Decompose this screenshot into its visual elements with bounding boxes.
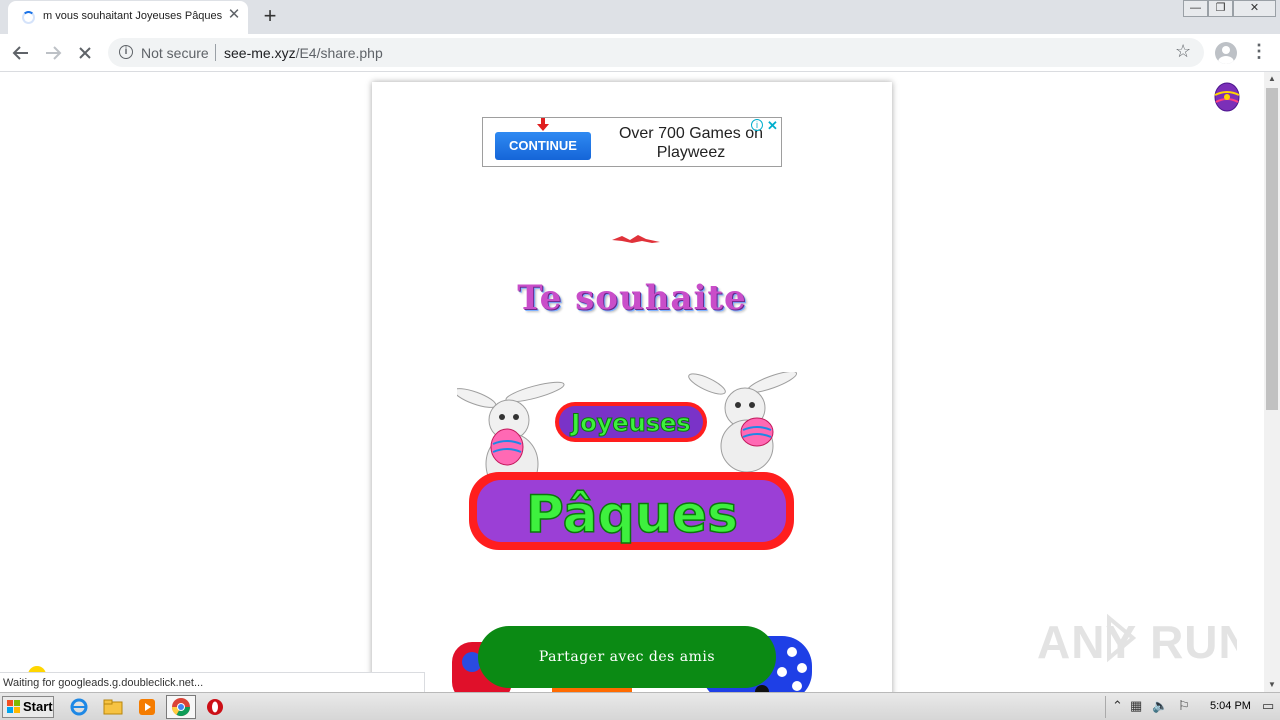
url-path: /E4/share.php — [295, 45, 383, 61]
tab-strip: m vous souhaitant Joyeuses Pâques ✕ + — … — [0, 0, 1280, 34]
tab-close-icon[interactable]: ✕ — [226, 7, 242, 23]
scroll-down-arrow-icon[interactable]: ▼ — [1264, 678, 1280, 692]
windows-taskbar: Start ⌃ ▦ 🔈 ⚐ 5:04 PM ▭ — [0, 692, 1280, 720]
media-player-icon[interactable] — [136, 697, 158, 717]
greeting-word-paques: Pâques — [526, 485, 738, 545]
kebab-menu-icon[interactable]: ⋮ — [1250, 41, 1268, 61]
stop-loading-icon[interactable] — [72, 40, 98, 66]
system-tray: ⌃ ▦ 🔈 ⚐ 5:04 PM ▭ — [1105, 696, 1280, 718]
volume-icon[interactable]: 🔈 — [1152, 698, 1168, 714]
minimize-button[interactable]: — — [1183, 0, 1208, 17]
new-tab-button[interactable]: + — [259, 4, 281, 28]
ad-text[interactable]: Over 700 Games on Playweez — [611, 124, 771, 162]
info-icon[interactable]: i — [119, 45, 133, 59]
ad-continue-button[interactable]: CONTINUE — [495, 132, 591, 160]
svg-text:ANY RUN: ANY RUN — [1037, 616, 1237, 668]
share-with-friends-button[interactable]: Partager avec des amis — [478, 626, 776, 688]
start-label: Start — [23, 699, 53, 714]
greeting-word-joyeuses: Joyeuses — [569, 409, 690, 437]
network-icon[interactable]: ▦ — [1130, 698, 1142, 714]
address-bar[interactable]: i Not secure see-me.xyz/E4/share.php ☆ — [108, 38, 1204, 67]
windows-logo-icon — [7, 700, 20, 713]
start-button[interactable]: Start — [2, 696, 54, 718]
browser-tab[interactable]: m vous souhaitant Joyeuses Pâques ✕ — [8, 1, 248, 34]
chrome-taskbar-button[interactable] — [166, 695, 196, 719]
forward-arrow-icon[interactable] — [40, 40, 66, 66]
anyrun-watermark: ANY RUN — [1037, 613, 1237, 668]
scroll-up-arrow-icon[interactable]: ▲ — [1264, 72, 1280, 86]
internet-explorer-icon[interactable] — [68, 697, 90, 717]
ribbon-icon — [612, 235, 660, 243]
page-heading: Te souhaite — [517, 278, 747, 318]
security-label[interactable]: Not secure — [141, 45, 209, 61]
loading-spinner-icon — [22, 11, 35, 24]
bookmark-star-icon[interactable]: ☆ — [1175, 41, 1191, 62]
file-explorer-icon[interactable] — [102, 697, 124, 717]
vertical-scrollbar[interactable]: ▲ ▼ — [1264, 72, 1280, 692]
page-viewport: CONTINUE Over 700 Games on Playweez i ✕ … — [0, 72, 1264, 692]
greeting-card: CONTINUE Over 700 Games on Playweez i ✕ … — [372, 82, 892, 692]
restore-button[interactable]: ❐ — [1208, 0, 1233, 17]
action-center-flag-icon[interactable]: ⚐ — [1178, 698, 1190, 714]
chrome-icon — [172, 698, 190, 717]
show-desktop-icon[interactable]: ▭ — [1262, 698, 1274, 714]
url-text[interactable]: see-me.xyz/E4/share.php — [224, 45, 383, 61]
ad-close-icon[interactable]: ✕ — [767, 118, 778, 134]
browser-toolbar: i Not secure see-me.xyz/E4/share.php ☆ ⋮ — [0, 34, 1280, 72]
url-host: see-me.xyz — [224, 45, 296, 61]
joyeuses-word: Joyeuses — [555, 402, 707, 442]
close-window-button[interactable]: ✕ — [1233, 0, 1276, 17]
scrollbar-thumb[interactable] — [1266, 88, 1278, 410]
easter-egg-icon — [1214, 82, 1240, 112]
omnibox-divider — [215, 44, 216, 61]
opera-icon[interactable] — [204, 697, 226, 717]
ad-arrow-icon — [537, 118, 549, 131]
back-arrow-icon[interactable] — [8, 40, 34, 66]
profile-avatar-icon[interactable] — [1215, 42, 1237, 64]
easter-greeting-image: Joyeuses Pâques — [457, 372, 798, 550]
tab-title: m vous souhaitant Joyeuses Pâques — [43, 10, 223, 22]
tray-expand-icon[interactable]: ⌃ — [1112, 698, 1123, 714]
ad-info-icon[interactable]: i — [751, 119, 763, 131]
paques-word: Pâques — [469, 472, 794, 550]
ad-banner[interactable]: CONTINUE Over 700 Games on Playweez i ✕ — [482, 117, 782, 167]
taskbar-clock[interactable]: 5:04 PM — [1210, 700, 1251, 712]
status-bar: Waiting for googleads.g.doubleclick.net.… — [0, 672, 425, 692]
